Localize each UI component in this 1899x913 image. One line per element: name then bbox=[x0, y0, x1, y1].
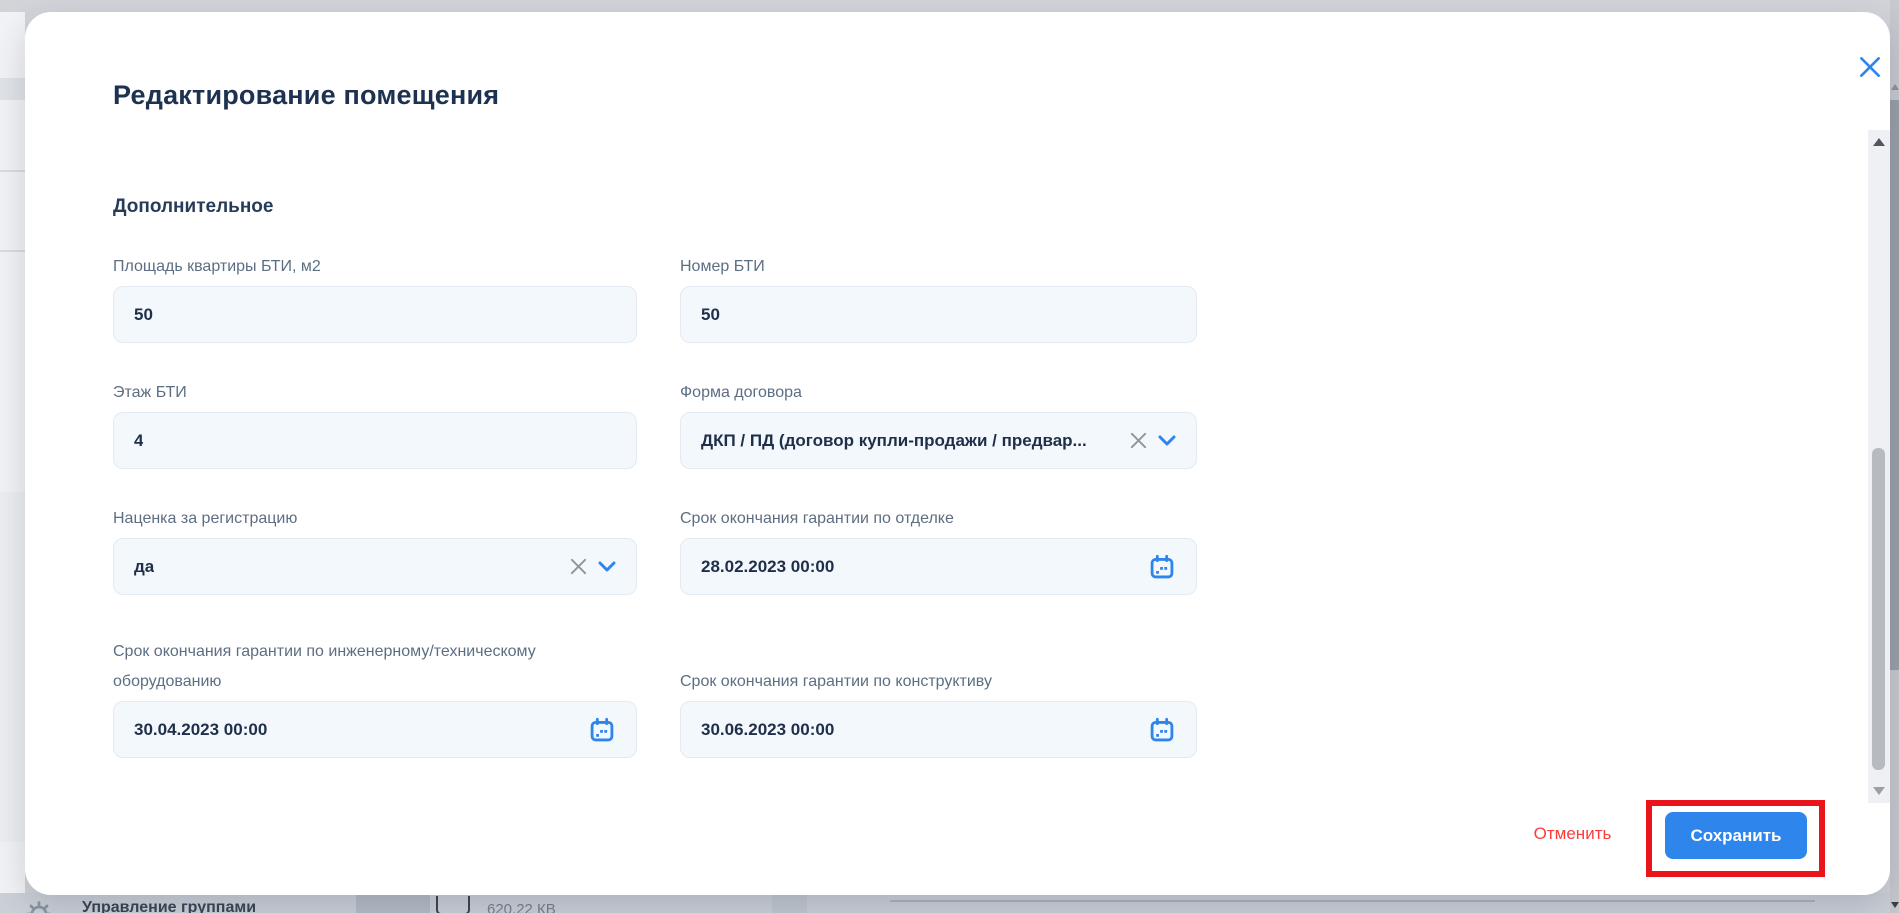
warranty-finishing-date-input[interactable]: 28.02.2023 00:00 bbox=[680, 538, 1197, 595]
scrollbar-up-arrow-icon[interactable] bbox=[1873, 138, 1885, 146]
background-column-band bbox=[356, 893, 430, 913]
scrollbar-up-arrow-icon[interactable] bbox=[1891, 84, 1899, 90]
close-button[interactable] bbox=[1855, 52, 1885, 82]
background-row-divider bbox=[0, 170, 25, 172]
area-bti-value: 50 bbox=[134, 305, 153, 325]
warranty-engineering-label: Срок окончания гарантии по инженерному/т… bbox=[113, 637, 583, 697]
scrollbar-down-arrow-icon[interactable] bbox=[1891, 902, 1899, 908]
number-bti-value: 50 bbox=[701, 305, 720, 325]
gear-icon bbox=[26, 901, 52, 913]
clear-icon[interactable] bbox=[1129, 431, 1148, 450]
warranty-structure-date-input[interactable]: 30.06.2023 00:00 bbox=[680, 701, 1197, 758]
contract-form-select[interactable]: ДКП / ПД (договор купли-продажи / предва… bbox=[680, 412, 1197, 469]
background-group-management-label: Управление группами bbox=[82, 899, 256, 913]
floor-bti-input[interactable]: 4 bbox=[113, 412, 637, 469]
area-bti-input[interactable]: 50 bbox=[113, 286, 637, 343]
scrollbar-down-arrow-icon[interactable] bbox=[1873, 787, 1885, 795]
background-table-row: Управление группами 620.22 КВ bbox=[0, 893, 1899, 913]
background-file-size: 620.22 КВ bbox=[487, 901, 556, 913]
area-bti-label: Площадь квартиры БТИ, м2 bbox=[113, 252, 637, 282]
floor-bti-value: 4 bbox=[134, 431, 143, 451]
page-scrollbar-thumb[interactable] bbox=[1890, 100, 1899, 670]
background-row-band bbox=[0, 78, 25, 100]
background-column-band bbox=[772, 893, 807, 913]
section-title-additional: Дополнительное bbox=[113, 196, 273, 218]
background-row-border bbox=[890, 900, 1815, 902]
modal-scrollbar-thumb[interactable] bbox=[1872, 448, 1885, 770]
registration-markup-value: да bbox=[134, 557, 154, 577]
warranty-engineering-value: 30.04.2023 00:00 bbox=[134, 720, 267, 740]
warranty-finishing-value: 28.02.2023 00:00 bbox=[701, 557, 834, 577]
number-bti-input[interactable]: 50 bbox=[680, 286, 1197, 343]
cancel-button[interactable]: Отменить bbox=[1510, 824, 1635, 844]
registration-markup-select[interactable]: да bbox=[113, 538, 637, 595]
calendar-icon[interactable] bbox=[1148, 716, 1176, 744]
warranty-structure-label: Срок окончания гарантии по конструктиву bbox=[680, 667, 1197, 697]
warranty-finishing-label: Срок окончания гарантии по отделке bbox=[680, 504, 1197, 534]
chevron-down-icon[interactable] bbox=[598, 561, 616, 573]
background-row-band bbox=[0, 492, 25, 842]
background-row-divider bbox=[0, 250, 25, 252]
modal-scrollbar[interactable] bbox=[1868, 130, 1890, 803]
background-page-left-strip bbox=[0, 12, 25, 893]
number-bti-label: Номер БТИ bbox=[680, 252, 1197, 282]
chevron-down-icon[interactable] bbox=[1158, 435, 1176, 447]
calendar-icon[interactable] bbox=[588, 716, 616, 744]
calendar-icon[interactable] bbox=[1148, 553, 1176, 581]
floor-bti-label: Этаж БТИ bbox=[113, 378, 637, 408]
warranty-structure-value: 30.06.2023 00:00 bbox=[701, 720, 834, 740]
warranty-engineering-date-input[interactable]: 30.04.2023 00:00 bbox=[113, 701, 637, 758]
registration-markup-label: Наценка за регистрацию bbox=[113, 504, 637, 534]
page-scrollbar[interactable] bbox=[1890, 0, 1899, 913]
save-button[interactable]: Сохранить bbox=[1665, 812, 1807, 859]
clear-icon[interactable] bbox=[569, 557, 588, 576]
document-icon bbox=[436, 896, 470, 913]
contract-form-label: Форма договора bbox=[680, 378, 1197, 408]
modal-title: Редактирование помещения bbox=[113, 80, 499, 111]
close-icon bbox=[1857, 54, 1883, 80]
screen: Управление группами 620.22 КВ Редактиров… bbox=[0, 0, 1899, 913]
contract-form-value: ДКП / ПД (договор купли-продажи / предва… bbox=[701, 431, 1087, 451]
edit-premises-modal: Редактирование помещения Дополнительное … bbox=[25, 12, 1890, 895]
